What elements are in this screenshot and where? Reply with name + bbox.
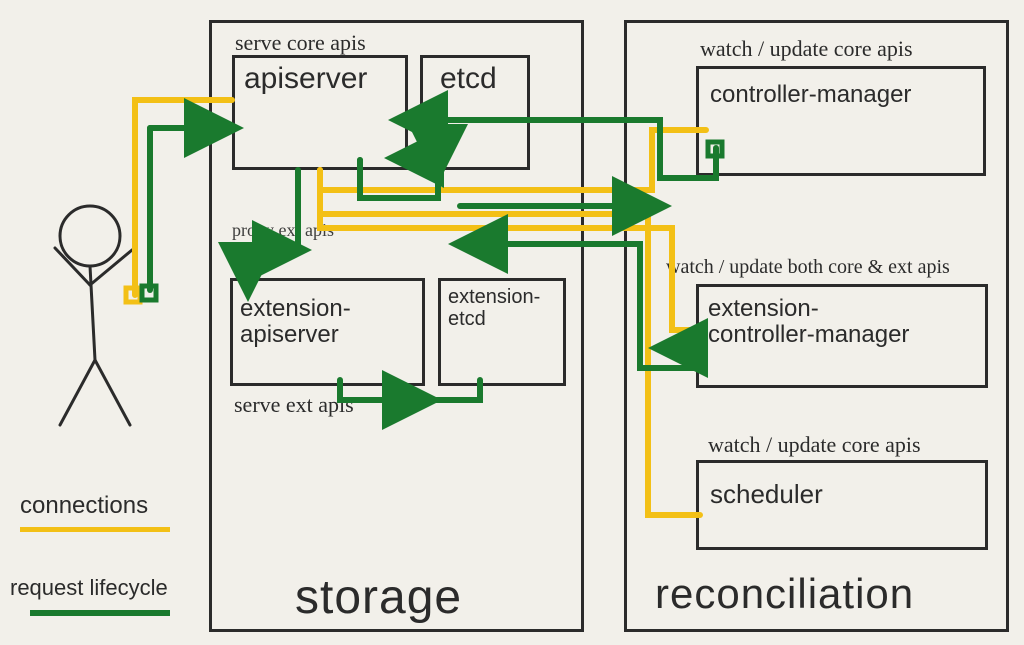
reconciliation-title: reconciliation <box>655 570 914 618</box>
cm-watch-label: watch / update core apis <box>700 36 913 62</box>
legend-lifecycle-label: request lifecycle <box>10 575 168 601</box>
ecm-watch-label: watch / update both core & ext apis <box>666 256 950 279</box>
controller-manager-label: controller-manager <box>710 82 911 108</box>
apiserver-label: apiserver <box>244 62 367 96</box>
serve-core-apis-label: serve core apis <box>235 30 366 56</box>
storage-title: storage <box>295 570 462 625</box>
legend-connections-label: connections <box>20 492 148 520</box>
proxy-ext-apis-label: proxy ext apis <box>232 220 334 241</box>
extension-apiserver-label: extension- apiserver <box>240 296 351 349</box>
sched-watch-label: watch / update core apis <box>708 432 921 458</box>
extension-etcd-label: extension- etcd <box>448 286 540 330</box>
serve-ext-apis-label: serve ext apis <box>234 392 354 418</box>
extension-controller-manager-label: extension- controller-manager <box>708 296 909 349</box>
legend-lifecycle-line <box>30 610 170 616</box>
scheduler-label: scheduler <box>710 480 823 509</box>
legend-connections-line <box>20 527 170 532</box>
etcd-label: etcd <box>440 62 497 96</box>
